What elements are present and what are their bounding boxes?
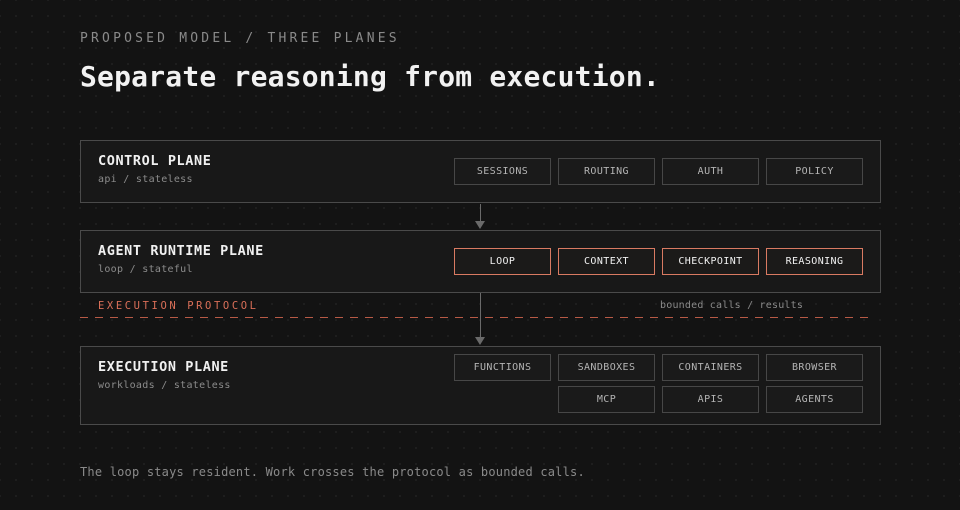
- chip-sessions[interactable]: SESSIONS: [454, 158, 551, 185]
- control-plane: CONTROL PLANE api / stateless SESSIONS R…: [80, 140, 881, 203]
- execution-plane: EXECUTION PLANE workloads / stateless FU…: [80, 346, 881, 425]
- connector-runtime-execution: [480, 293, 481, 338]
- chip-sandboxes[interactable]: SANDBOXES: [558, 354, 655, 381]
- execution-protocol-label: EXECUTION PROTOCOL: [98, 300, 259, 312]
- chip-mcp[interactable]: MCP: [558, 386, 655, 413]
- runtime-plane-title: AGENT RUNTIME PLANE: [98, 243, 264, 259]
- execution-plane-title: EXECUTION PLANE: [98, 359, 229, 375]
- chip-auth[interactable]: AUTH: [662, 158, 759, 185]
- protocol-dashed-line: [80, 317, 872, 318]
- agent-runtime-plane: AGENT RUNTIME PLANE loop / stateful LOOP…: [80, 230, 881, 293]
- arrow-down-icon: [475, 337, 485, 345]
- arrow-down-icon: [475, 221, 485, 229]
- eyebrow-label: PROPOSED MODEL / THREE PLANES: [80, 31, 400, 46]
- protocol-note: bounded calls / results: [660, 300, 804, 311]
- chip-apis[interactable]: APIS: [662, 386, 759, 413]
- control-plane-subtitle: api / stateless: [98, 174, 193, 185]
- footer-caption: The loop stays resident. Work crosses th…: [80, 465, 585, 479]
- page-title: Separate reasoning from execution.: [80, 60, 660, 93]
- control-plane-title: CONTROL PLANE: [98, 153, 212, 169]
- chip-loop[interactable]: LOOP: [454, 248, 551, 275]
- chip-browser[interactable]: BROWSER: [766, 354, 863, 381]
- chip-policy[interactable]: POLICY: [766, 158, 863, 185]
- chip-routing[interactable]: ROUTING: [558, 158, 655, 185]
- chip-checkpoint[interactable]: CHECKPOINT: [662, 248, 759, 275]
- chip-agents[interactable]: AGENTS: [766, 386, 863, 413]
- execution-plane-subtitle: workloads / stateless: [98, 380, 231, 391]
- runtime-plane-subtitle: loop / stateful: [98, 264, 193, 275]
- chip-functions[interactable]: FUNCTIONS: [454, 354, 551, 381]
- chip-containers[interactable]: CONTAINERS: [662, 354, 759, 381]
- chip-context[interactable]: CONTEXT: [558, 248, 655, 275]
- diagram-page: PROPOSED MODEL / THREE PLANES Separate r…: [0, 0, 960, 510]
- chip-reasoning[interactable]: REASONING: [766, 248, 863, 275]
